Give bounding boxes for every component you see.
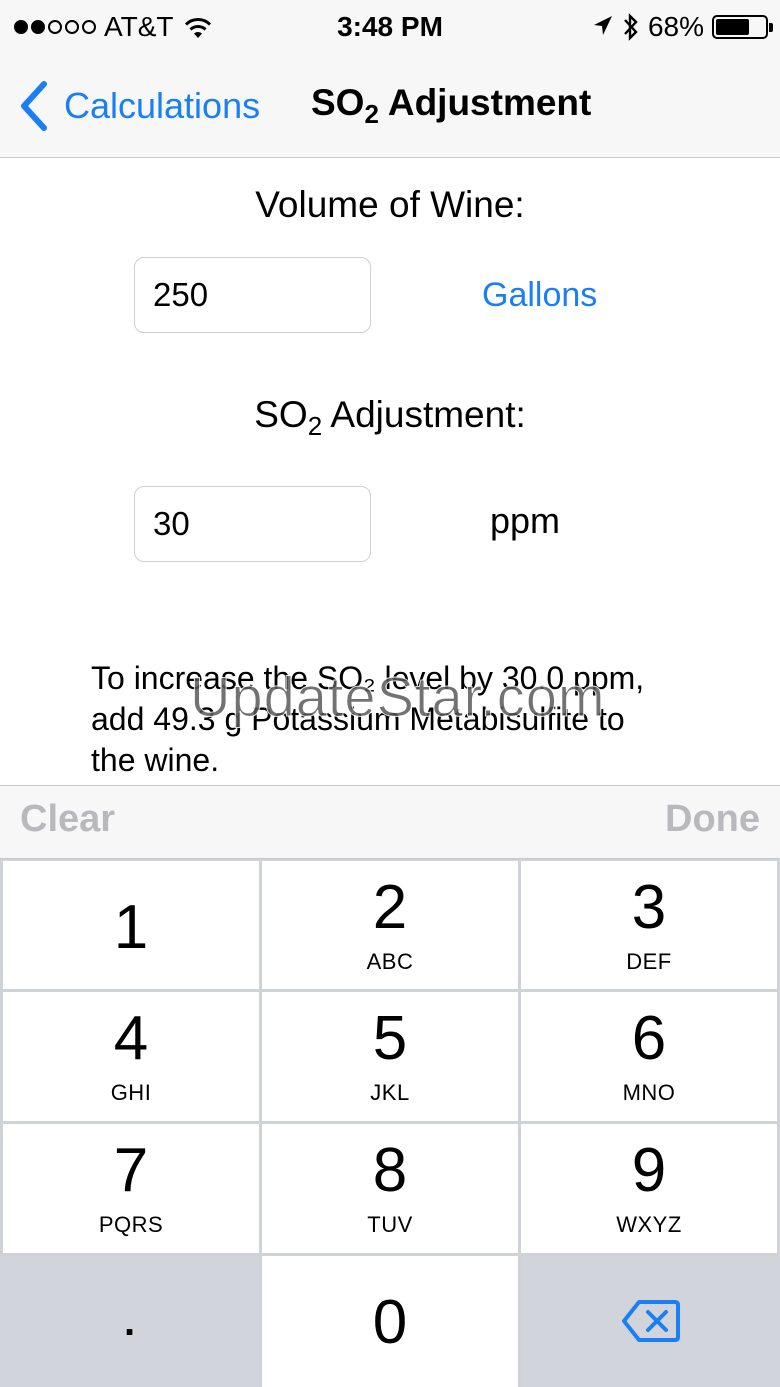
volume-input[interactable]: 250	[134, 257, 371, 333]
key-letters: DEF	[626, 949, 672, 974]
status-right: 68%	[592, 8, 773, 46]
key-digit: 1	[113, 893, 149, 962]
key-2[interactable]: 2 ABC	[262, 861, 518, 989]
key-4[interactable]: 4 GHI	[3, 992, 259, 1121]
battery-fill	[716, 19, 749, 35]
battery-percent: 68%	[647, 11, 704, 42]
decimal-glyph: .	[123, 1300, 136, 1344]
clear-button[interactable]: Clear	[20, 798, 115, 841]
key-letters: WXYZ	[616, 1212, 682, 1237]
back-button-label: Calculations	[64, 85, 261, 126]
key-5[interactable]: 5 JKL	[262, 992, 518, 1121]
so2-adjustment-label: SO2 Adjustment:	[254, 394, 526, 441]
volume-unit-button[interactable]: Gallons	[482, 276, 597, 315]
key-7[interactable]: 7 PQRS	[3, 1124, 259, 1253]
battery-icon	[712, 15, 773, 39]
key-digit: 7	[113, 1136, 149, 1205]
decimal-key[interactable]: .	[0, 1256, 259, 1387]
key-letters: PQRS	[98, 1212, 164, 1237]
done-button[interactable]: Done	[665, 798, 760, 841]
key-letters: GHI	[110, 1080, 152, 1105]
so2-input[interactable]: 30	[134, 486, 371, 562]
key-digit: 3	[631, 873, 667, 942]
result-text: To increase the SO₂ level by 30.0 ppm, a…	[91, 660, 645, 778]
key-digit: 9	[631, 1136, 667, 1205]
so2-unit-label: ppm	[490, 500, 561, 541]
page-title: SO2 Adjustment	[311, 82, 592, 129]
key-digit: 0	[372, 1288, 408, 1357]
key-digit: 8	[372, 1136, 408, 1205]
key-digit: 4	[113, 1004, 149, 1073]
key-6[interactable]: 6 MNO	[521, 992, 777, 1121]
chevron-left-icon	[21, 81, 47, 131]
key-letters: TUV	[367, 1212, 413, 1237]
key-letters: ABC	[366, 949, 414, 974]
location-icon	[593, 16, 612, 35]
key-digit: 6	[631, 1004, 667, 1073]
key-8[interactable]: 8 TUV	[262, 1124, 518, 1253]
delete-icon	[621, 1300, 680, 1342]
back-button[interactable]: Calculations	[14, 78, 260, 134]
delete-key[interactable]	[521, 1256, 780, 1387]
key-letters: MNO	[622, 1080, 676, 1105]
key-letters: JKL	[370, 1080, 410, 1105]
bluetooth-icon	[624, 13, 638, 41]
navigation-bar: Calculations SO2 Adjustment	[0, 54, 780, 158]
key-9[interactable]: 9 WXYZ	[521, 1124, 777, 1253]
key-0[interactable]: 0	[262, 1256, 518, 1387]
numeric-keypad: 1 2 ABC 3 DEF 4 GHI 5 JKL 6 MNO 7 PQRS 8…	[0, 859, 780, 1387]
status-bar: AT&T 3:48 PM 68%	[0, 0, 780, 54]
key-digit: 5	[372, 1004, 408, 1073]
key-digit: 2	[372, 873, 408, 942]
key-3[interactable]: 3 DEF	[521, 861, 777, 989]
keyboard-toolbar: Clear Done	[0, 785, 780, 859]
key-1[interactable]: 1	[3, 861, 259, 989]
volume-label: Volume of Wine:	[255, 184, 525, 225]
